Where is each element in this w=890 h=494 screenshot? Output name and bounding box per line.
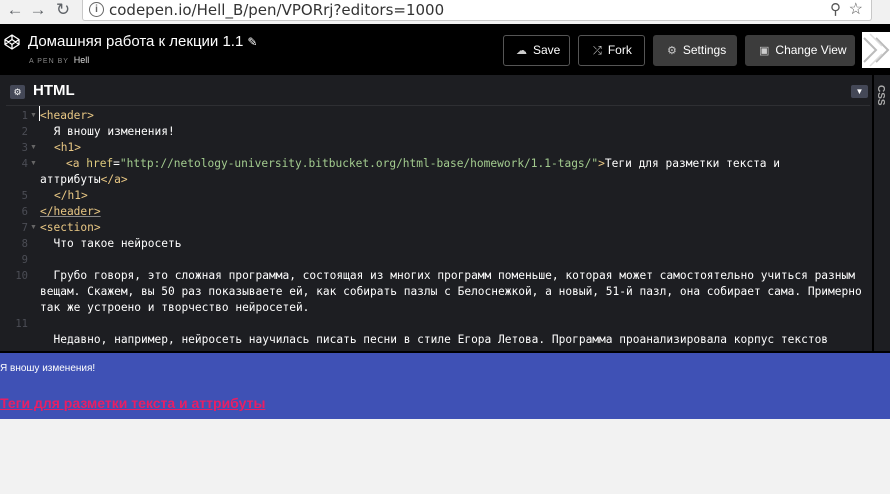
line-number: 2 [21, 126, 28, 138]
line-number: 5 [21, 190, 28, 202]
line-number: 8 [21, 238, 28, 250]
code-tag: <h1> [54, 141, 81, 154]
line-number: 1 [21, 110, 28, 122]
code-tag: <header> [40, 109, 94, 122]
settings-button[interactable]: ⚙ Settings [653, 35, 737, 66]
save-button[interactable]: ☁ Save [503, 35, 570, 66]
line-number: 6 [21, 206, 28, 218]
code-line: Грубо говоря, это сложная программа, сос… [40, 269, 855, 282]
pencil-icon[interactable]: ✎ [247, 35, 257, 49]
css-editor-tab[interactable]: CSS [872, 75, 890, 351]
codepen-logo-icon[interactable] [4, 34, 20, 50]
line-number: 4 [21, 158, 28, 170]
change-view-button[interactable]: ▣ Change View [745, 35, 855, 66]
code-line: аттрибуты</a> [40, 172, 128, 188]
result-preview: Я вношу изменения! Теги для разметки тек… [0, 351, 890, 494]
avatar-pattern-icon [863, 33, 890, 67]
pen-title-text[interactable]: Домашняя работа к лекции 1.1 [28, 33, 243, 50]
code-area[interactable]: 1 2 3 4 5 6 7 8 9 10 11 ▼ ▼ ▼ ▼ <header>… [6, 106, 864, 346]
codepen-header: Домашняя работа к лекции 1.1 ✎ A PEN BY H… [0, 24, 890, 75]
chevron-down-icon[interactable]: ▼ [851, 85, 868, 98]
line-gutter: 1 2 3 4 5 6 7 8 9 10 11 ▼ ▼ ▼ ▼ [6, 106, 37, 346]
pen-title[interactable]: Домашняя работа к лекции 1.1 ✎ [28, 33, 257, 50]
code-string: "http://netology-university.bitbucket.or… [119, 157, 599, 170]
code-line: <h1> [54, 140, 81, 156]
code-text: аттрибуты [40, 173, 101, 186]
line-number: 3 [21, 142, 28, 154]
code-attribute: href [86, 157, 114, 170]
code-tag: > [598, 157, 605, 170]
html-editor-panel: ⚙ HTML ▼ 1 2 3 4 5 6 7 8 9 10 11 ▼ ▼ ▼ ▼… [0, 75, 890, 351]
code-line: <a href="http://netology-university.bitb… [66, 156, 780, 172]
code-text: Теги для разметки текста и [604, 157, 781, 170]
fold-arrow-icon[interactable]: ▼ [30, 220, 37, 236]
back-arrow-icon[interactable]: ← [4, 0, 26, 22]
code-line: так же устроено и творчество нейросетей. [40, 301, 310, 314]
editor-header: ⚙ HTML ▼ [6, 80, 870, 106]
forward-arrow-icon[interactable]: → [27, 0, 49, 22]
fold-arrow-icon[interactable]: ▼ [30, 108, 37, 124]
code-line: </h1> [54, 188, 88, 204]
address-bar[interactable]: i codepen.io/Hell_B/pen/VPORrj?editors=1… [82, 0, 872, 21]
fold-arrow-icon[interactable]: ▼ [30, 140, 37, 156]
fold-arrow-icon[interactable]: ▼ [30, 156, 37, 172]
code-tag: <section> [40, 221, 101, 234]
pen-by-label: A PEN BY [29, 58, 69, 65]
info-icon[interactable]: i [89, 2, 104, 17]
fork-label: Fork [607, 43, 632, 57]
change-view-label: Change View [775, 43, 847, 57]
cloud-icon: ☁ [516, 45, 527, 57]
user-avatar[interactable] [862, 32, 890, 68]
code-line: <section> [40, 220, 101, 236]
fork-button[interactable]: ⤮ Fork [578, 35, 645, 66]
settings-label: Settings [682, 43, 727, 57]
line-number: 9 [21, 254, 28, 266]
editor-settings-gear-icon[interactable]: ⚙ [10, 85, 25, 99]
line-number: 11 [15, 318, 28, 330]
preview-header-text: Я вношу изменения! [0, 363, 96, 374]
code-equals: = [113, 157, 120, 170]
code-tag: </header> [40, 205, 101, 218]
browser-toolbar: ← → ↻ i codepen.io/Hell_B/pen/VPORrj?edi… [0, 0, 890, 25]
code-line: <header> [40, 108, 94, 124]
code-line: вещам. Скажем, вы 50 раз показываете ей,… [40, 285, 862, 298]
reload-icon[interactable]: ↻ [52, 0, 74, 22]
css-tab-label[interactable]: CSS [875, 85, 886, 106]
editor-title: HTML [33, 82, 75, 99]
code-line: Что такое нейросеть [40, 237, 182, 250]
fork-icon: ⤮ [593, 45, 602, 57]
code-tag: </a> [100, 173, 128, 186]
layout-icon: ▣ [759, 45, 770, 57]
code-tag: <a [66, 157, 87, 170]
zoom-icon[interactable]: ⚲ [830, 0, 841, 20]
code-tag: </h1> [54, 189, 88, 202]
pen-author-link[interactable]: Hell [74, 55, 90, 65]
gear-icon: ⚙ [667, 45, 677, 57]
save-label: Save [533, 43, 561, 57]
bookmark-star-icon[interactable]: ☆ [849, 0, 863, 20]
preview-header-banner: Я вношу изменения! Теги для разметки тек… [0, 353, 890, 419]
code-line: Недавно, например, нейросеть научилась п… [40, 333, 829, 346]
line-number: 7 [21, 222, 28, 234]
line-number: 10 [15, 270, 28, 282]
pen-byline: A PEN BY Hell [29, 55, 89, 65]
preview-heading-link[interactable]: Теги для разметки текста и аттрибуты [0, 395, 265, 411]
url-text[interactable]: codepen.io/Hell_B/pen/VPORrj?editors=100… [109, 0, 444, 20]
code-line: </header> [40, 204, 101, 220]
code-line: Я вношу изменения! [40, 125, 175, 138]
